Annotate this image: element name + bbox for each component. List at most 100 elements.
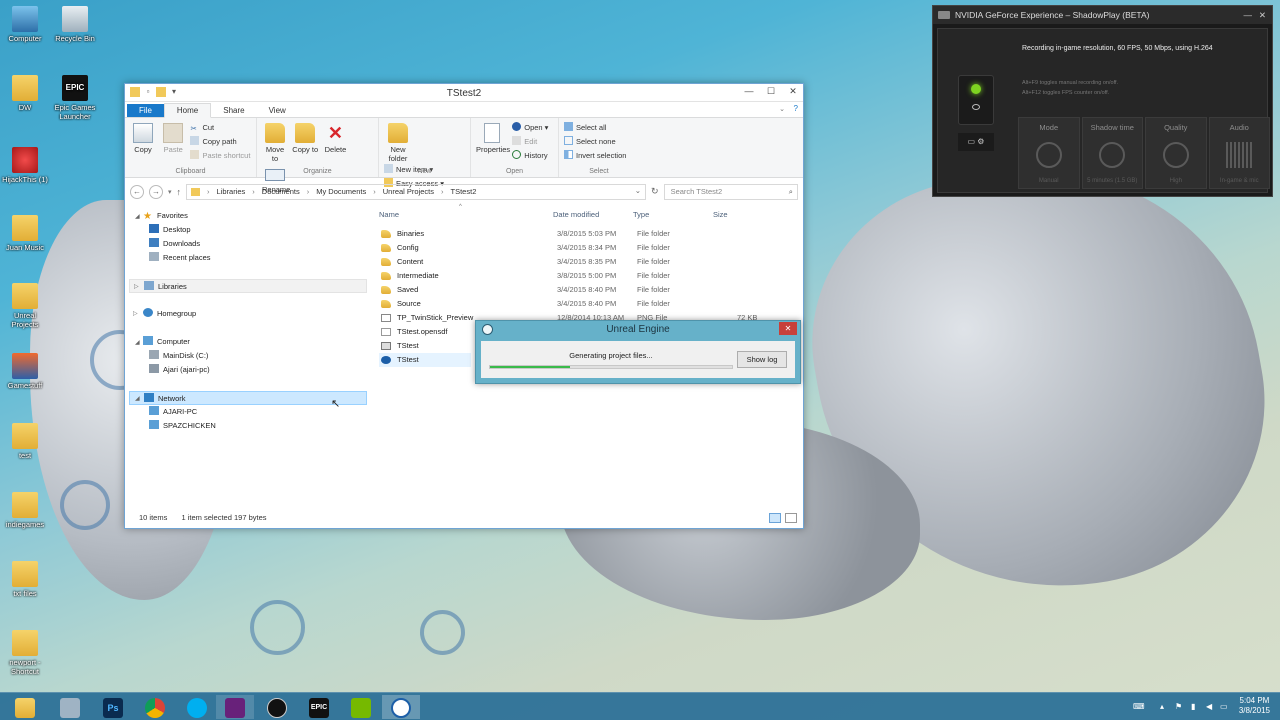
- move-to-button[interactable]: Move to: [262, 121, 288, 163]
- nav-libraries[interactable]: ▷ Libraries: [129, 279, 367, 293]
- ribbon-expand-icon[interactable]: ⌄: [779, 105, 785, 113]
- paste-shortcut-button[interactable]: Paste shortcut: [190, 149, 250, 163]
- close-button[interactable]: ✕: [1259, 6, 1266, 24]
- history-button[interactable]: History: [512, 149, 548, 163]
- minimize-button[interactable]: —: [739, 84, 759, 98]
- search-input[interactable]: Search TStest2 ⌕: [663, 183, 798, 200]
- copy-path-button[interactable]: Copy path: [190, 135, 250, 149]
- help-icon[interactable]: ?: [794, 104, 798, 113]
- recent-locations-icon[interactable]: ▾: [168, 188, 172, 196]
- breadcrumb-documents[interactable]: Documents: [262, 187, 300, 196]
- nav-spazchicken[interactable]: SPAZCHICKEN: [149, 419, 216, 433]
- nav-ajari[interactable]: Ajari (ajari-pc): [149, 363, 210, 377]
- taskbar-unreal-engine[interactable]: [382, 695, 420, 719]
- column-size[interactable]: Size: [713, 210, 728, 219]
- tab-home[interactable]: Home: [163, 103, 212, 118]
- desktop-icon-txt-files[interactable]: txt files: [0, 561, 50, 598]
- collapse-icon[interactable]: ◢: [135, 213, 140, 220]
- desktop-icon-dw[interactable]: DW: [0, 75, 50, 112]
- select-all-button[interactable]: Select all: [564, 121, 634, 135]
- column-name[interactable]: Name: [379, 210, 399, 219]
- nav-computer[interactable]: Computer: [143, 335, 190, 349]
- invert-selection-button[interactable]: Invert selection: [564, 149, 634, 163]
- open-button[interactable]: Open ▾: [512, 121, 548, 135]
- explorer-titlebar[interactable]: ▫ ▾ TStest2 — ☐ ✕: [125, 84, 803, 102]
- recording-toggle[interactable]: [958, 75, 994, 125]
- tab-quality[interactable]: Quality High: [1145, 117, 1207, 189]
- volume-icon[interactable]: ◀: [1206, 702, 1218, 712]
- show-hidden-icons[interactable]: ▴: [1160, 702, 1172, 712]
- file-row[interactable]: Intermediate 3/8/2015 5:00 PM File folder: [379, 269, 799, 283]
- copy-to-button[interactable]: Copy to: [292, 121, 318, 154]
- properties-button[interactable]: Properties: [476, 121, 510, 154]
- desktop-icon-juan-music[interactable]: Juan Music: [0, 215, 50, 252]
- file-row-selected[interactable]: TStest: [379, 353, 471, 367]
- tab-audio[interactable]: Audio In-game & mic: [1208, 117, 1270, 189]
- folder-settings-button[interactable]: ▭ ⚙: [958, 133, 994, 151]
- desktop-icon-newport[interactable]: newport - Shortcut: [0, 630, 50, 676]
- back-button[interactable]: ←: [130, 184, 144, 199]
- address-bar[interactable]: › Libraries › Documents › My Documents › Un…: [186, 183, 647, 200]
- shadowplay-titlebar[interactable]: NVIDIA GeForce Experience – ShadowPlay (…: [933, 6, 1272, 24]
- breadcrumb-libraries[interactable]: Libraries: [217, 187, 246, 196]
- power-icon[interactable]: ▭: [1220, 702, 1232, 712]
- expand-icon[interactable]: ▷: [133, 310, 138, 317]
- desktop-icon-indiegames[interactable]: indiegames: [0, 492, 50, 529]
- taskbar-photoshop[interactable]: Ps: [94, 695, 132, 719]
- taskbar-calculator[interactable]: [51, 695, 89, 719]
- nav-downloads[interactable]: Downloads: [149, 237, 200, 251]
- large-icons-view-icon[interactable]: [785, 513, 797, 523]
- tab-share[interactable]: Share: [211, 104, 256, 117]
- up-button[interactable]: ↑: [177, 187, 182, 197]
- network-tray-icon[interactable]: ▮: [1191, 702, 1203, 712]
- tab-view[interactable]: View: [257, 104, 298, 117]
- minimize-button[interactable]: —: [1244, 6, 1253, 24]
- file-row[interactable]: Binaries 3/8/2015 5:03 PM File folder: [379, 227, 799, 241]
- desktop-icon-test[interactable]: test: [0, 423, 50, 460]
- file-row[interactable]: Saved 3/4/2015 8:40 PM File folder: [379, 283, 799, 297]
- desktop-icon-hijackthis[interactable]: HijackThis (1): [0, 147, 50, 184]
- nav-homegroup[interactable]: Homegroup: [143, 307, 196, 321]
- details-view-icon[interactable]: [769, 513, 781, 523]
- taskbar-file-explorer[interactable]: [6, 695, 44, 719]
- desktop-icon-gamestuff[interactable]: Gamestuff: [0, 353, 50, 390]
- taskbar-nvidia[interactable]: [342, 695, 380, 719]
- desktop-icon-recycle-bin[interactable]: Recycle Bin: [50, 6, 100, 43]
- dialog-titlebar[interactable]: Unreal Engine ✕: [476, 321, 800, 339]
- desktop-icon-computer[interactable]: Computer: [0, 6, 50, 43]
- nav-favorites[interactable]: ★ Favorites: [143, 209, 188, 223]
- file-row[interactable]: Source 3/4/2015 8:40 PM File folder: [379, 297, 799, 311]
- tab-shadow-time[interactable]: Shadow time 5 minutes (1.5 GB): [1081, 117, 1143, 189]
- taskbar-unreal[interactable]: [258, 695, 296, 719]
- nav-maindisk[interactable]: MainDisk (C:): [149, 349, 208, 363]
- edit-button[interactable]: Edit: [512, 135, 548, 149]
- desktop-icon-epic[interactable]: EPIC Epic Games Launcher: [50, 75, 100, 121]
- tab-mode[interactable]: Mode Manual: [1018, 117, 1080, 189]
- taskbar-visual-studio[interactable]: [216, 695, 254, 719]
- action-center-icon[interactable]: ⚑: [1175, 702, 1187, 712]
- breadcrumb-unreal-projects[interactable]: Unreal Projects: [383, 187, 434, 196]
- forward-button[interactable]: →: [149, 184, 163, 199]
- column-type[interactable]: Type: [633, 210, 649, 219]
- nav-recent[interactable]: Recent places: [149, 251, 211, 265]
- close-button[interactable]: ✕: [783, 84, 803, 98]
- dialog-close-button[interactable]: ✕: [779, 322, 797, 335]
- column-date[interactable]: Date modified: [553, 210, 599, 219]
- cut-button[interactable]: ✂ Cut: [190, 121, 250, 135]
- maximize-button[interactable]: ☐: [761, 84, 781, 98]
- delete-button[interactable]: ✕ Delete: [322, 121, 348, 154]
- copy-button[interactable]: Copy: [130, 121, 156, 154]
- show-log-button[interactable]: Show log: [737, 351, 787, 368]
- breadcrumb-my-documents[interactable]: My Documents: [316, 187, 366, 196]
- keyboard-icon[interactable]: ⌨: [1133, 702, 1153, 712]
- tab-file[interactable]: File: [127, 104, 164, 117]
- new-folder-button[interactable]: New folder: [384, 121, 412, 163]
- file-row[interactable]: Content 3/4/2015 8:35 PM File folder: [379, 255, 799, 269]
- file-row[interactable]: Config 3/4/2015 8:34 PM File folder: [379, 241, 799, 255]
- breadcrumb-current[interactable]: TStest2: [451, 187, 477, 196]
- select-none-button[interactable]: Select none: [564, 135, 634, 149]
- paste-button[interactable]: Paste: [160, 121, 186, 154]
- taskbar-skype[interactable]: [178, 695, 216, 719]
- nav-ajari-pc[interactable]: AJARI-PC: [149, 405, 197, 419]
- address-dropdown-icon[interactable]: ⌄: [635, 186, 641, 195]
